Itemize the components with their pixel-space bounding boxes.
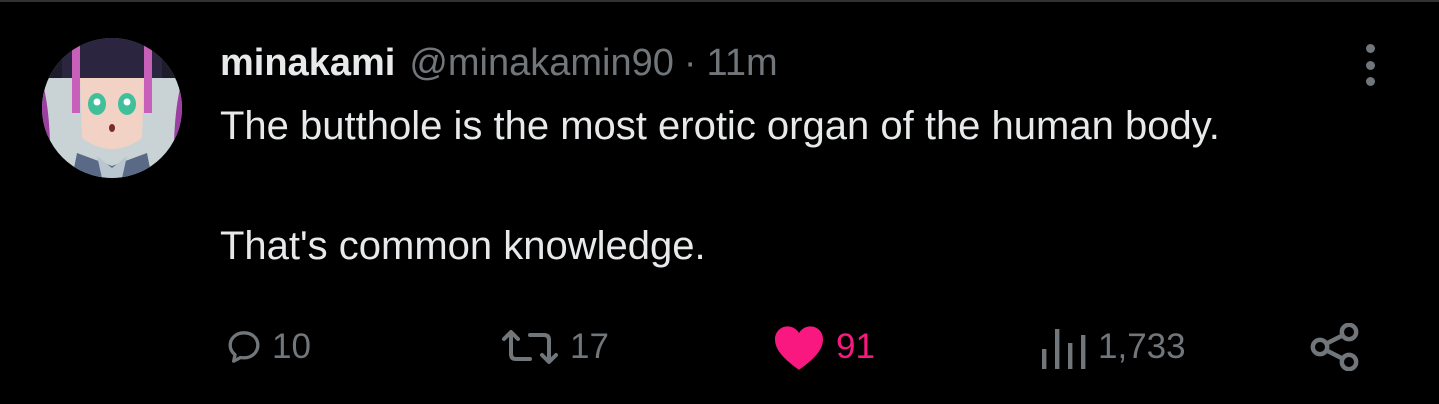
like-count: 91 (836, 327, 875, 366)
top-divider (0, 0, 1439, 2)
more-options-button[interactable] (1350, 42, 1390, 88)
view-count: 1,733 (1098, 327, 1186, 366)
share-button[interactable] (1308, 312, 1362, 382)
share-nodes-icon (1310, 323, 1359, 371)
speech-bubble-icon (228, 331, 260, 363)
user-handle[interactable]: @minakamin90 (409, 42, 674, 85)
reply-button[interactable]: 10 (224, 312, 311, 382)
heart-filled-icon (775, 326, 823, 370)
like-button[interactable]: 91 (770, 312, 875, 382)
bar-chart-icon (1042, 329, 1086, 369)
tweet-text-line-2: That's common knowledge. (220, 224, 706, 268)
views-button[interactable]: 1,733 (1040, 312, 1186, 382)
timestamp[interactable]: 11m (707, 42, 778, 85)
repost-arrows-icon (502, 330, 558, 364)
tweet-action-bar: 10 17 91 1,733 (0, 312, 1439, 382)
avatar-image (42, 38, 182, 178)
avatar[interactable] (42, 38, 182, 178)
separator-dot: · (683, 41, 697, 84)
display-name[interactable]: minakami (220, 42, 395, 85)
tweet-text-line-1: The butthole is the most erotic organ of… (220, 104, 1220, 148)
vertical-dots-icon (1365, 44, 1375, 53)
repost-count: 17 (570, 327, 609, 366)
reply-count: 10 (272, 327, 311, 366)
tweet-header: minakami @minakamin90 · 11m (220, 40, 778, 86)
repost-button[interactable]: 17 (498, 312, 609, 382)
